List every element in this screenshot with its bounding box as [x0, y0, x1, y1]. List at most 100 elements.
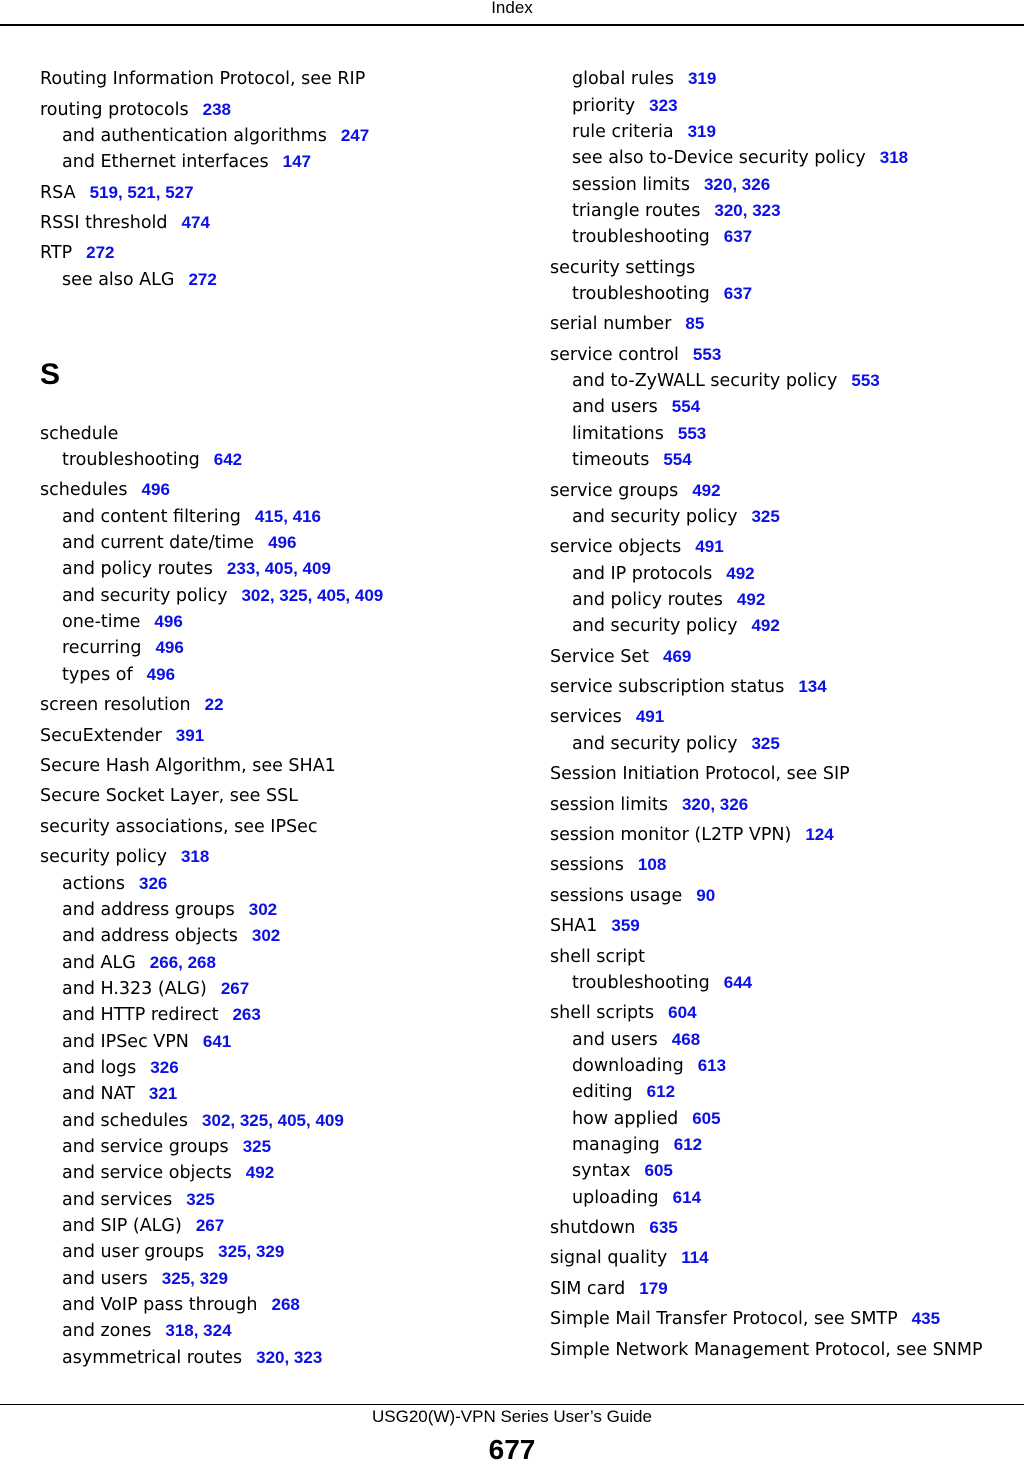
page-reference-link[interactable]: 90 — [696, 886, 715, 905]
index-entry: shell scripts 604 — [550, 1002, 697, 1024]
page-reference-link[interactable]: 554 — [672, 397, 700, 416]
page-reference-link[interactable]: 267 — [196, 1216, 224, 1235]
page-reference-link[interactable]: 268 — [271, 1295, 299, 1314]
page-reference-link[interactable]: 553 — [678, 424, 706, 443]
page-reference-link[interactable]: 320, 323 — [714, 201, 780, 220]
index-subentry: and ALG 266, 268 — [62, 952, 216, 974]
page-reference-link[interactable]: 553 — [851, 371, 879, 390]
page-reference-link[interactable]: 318 — [880, 148, 908, 167]
page-reference-link[interactable]: 85 — [685, 314, 704, 333]
page-reference-link[interactable]: 302, 325, 405, 409 — [241, 586, 383, 605]
page-reference-link[interactable]: 469 — [663, 647, 691, 666]
page-reference-link[interactable]: 320, 326 — [704, 175, 770, 194]
page-reference-link[interactable]: 325 — [751, 734, 779, 753]
page-reference-link[interactable]: 519, 521, 527 — [90, 183, 194, 202]
index-term: and authentication algorithms — [62, 126, 327, 146]
page-reference-link[interactable]: 642 — [214, 450, 242, 469]
page-reference-link[interactable]: 492 — [692, 481, 720, 500]
page-reference-link[interactable]: 612 — [647, 1082, 675, 1101]
index-term: uploading — [572, 1188, 659, 1208]
index-term: services — [550, 707, 622, 727]
page-reference-link[interactable]: 325, 329 — [218, 1242, 284, 1261]
page-reference-link[interactable]: 325 — [243, 1137, 271, 1156]
page-reference-link[interactable]: 124 — [805, 825, 833, 844]
page-reference-link[interactable]: 267 — [221, 979, 249, 998]
page-reference-link[interactable]: 108 — [638, 855, 666, 874]
page-reference-link[interactable]: 474 — [182, 213, 210, 232]
page-reference-link[interactable]: 321 — [149, 1084, 177, 1103]
page-reference-link[interactable]: 325, 329 — [162, 1269, 228, 1288]
page-reference-link[interactable]: 325 — [751, 507, 779, 526]
page-reference-link[interactable]: 272 — [188, 270, 216, 289]
index-entry: SIM card 179 — [550, 1278, 668, 1300]
page-reference-link[interactable]: 247 — [341, 126, 369, 145]
page-reference-link[interactable]: 435 — [912, 1309, 940, 1328]
page-reference-link[interactable]: 468 — [672, 1030, 700, 1049]
page-reference-link[interactable]: 492 — [751, 616, 779, 635]
index-subentry: see also to-Device security policy 318 — [572, 147, 908, 169]
page-reference-link[interactable]: 272 — [86, 243, 114, 262]
page-reference-link[interactable]: 604 — [668, 1003, 696, 1022]
index-term: RSSI threshold — [40, 213, 168, 233]
page-reference-link[interactable]: 320, 323 — [256, 1348, 322, 1367]
page-reference-link[interactable]: 238 — [203, 100, 231, 119]
page-reference-link[interactable]: 496 — [155, 638, 183, 657]
page-reference-link[interactable]: 391 — [176, 726, 204, 745]
page-reference-link[interactable]: 613 — [698, 1056, 726, 1075]
page-reference-link[interactable]: 492 — [737, 590, 765, 609]
page-reference-link[interactable]: 134 — [798, 677, 826, 696]
page-reference-link[interactable]: 553 — [693, 345, 721, 364]
index-term: and to-ZyWALL security policy — [572, 371, 838, 391]
page-reference-link[interactable]: 302, 325, 405, 409 — [202, 1111, 344, 1130]
page-reference-link[interactable]: 233, 405, 409 — [227, 559, 331, 578]
page-reference-link[interactable]: 319 — [688, 69, 716, 88]
page-reference-link[interactable]: 614 — [673, 1188, 701, 1207]
page-reference-link[interactable]: 637 — [724, 227, 752, 246]
page-reference-link[interactable]: 22 — [205, 695, 224, 714]
page-reference-link[interactable]: 491 — [636, 707, 664, 726]
page-reference-link[interactable]: 326 — [139, 874, 167, 893]
page-reference-link[interactable]: 320, 326 — [682, 795, 748, 814]
index-term: editing — [572, 1082, 633, 1102]
page-reference-link[interactable]: 492 — [726, 564, 754, 583]
index-entry: service groups 492 — [550, 480, 721, 502]
page-reference-link[interactable]: 637 — [724, 284, 752, 303]
page-reference-link[interactable]: 359 — [611, 916, 639, 935]
page-reference-link[interactable]: 641 — [203, 1032, 231, 1051]
page-reference-link[interactable]: 179 — [639, 1279, 667, 1298]
index-entry: screen resolution 22 — [40, 694, 224, 716]
index-subentry: and users 554 — [572, 396, 700, 418]
page-reference-link[interactable]: 644 — [724, 973, 752, 992]
page-reference-link[interactable]: 302 — [252, 926, 280, 945]
index-term: Service Set — [550, 647, 649, 667]
page-reference-link[interactable]: 319 — [688, 122, 716, 141]
page-reference-link[interactable]: 326 — [150, 1058, 178, 1077]
page-reference-link[interactable]: 496 — [268, 533, 296, 552]
index-term: and SIP (ALG) — [62, 1216, 182, 1236]
page-reference-link[interactable]: 605 — [645, 1161, 673, 1180]
page-reference-link[interactable]: 491 — [695, 537, 723, 556]
index-term: schedules — [40, 480, 128, 500]
page-reference-link[interactable]: 496 — [154, 612, 182, 631]
page-reference-link[interactable]: 302 — [249, 900, 277, 919]
page-reference-link[interactable]: 496 — [142, 480, 170, 499]
page-reference-link[interactable]: 263 — [232, 1005, 260, 1024]
index-subentry: and address objects 302 — [62, 925, 280, 947]
page-reference-link[interactable]: 496 — [147, 665, 175, 684]
page-reference-link[interactable]: 325 — [186, 1190, 214, 1209]
index-term: and ALG — [62, 953, 136, 973]
page-reference-link[interactable]: 554 — [663, 450, 691, 469]
index-term: screen resolution — [40, 695, 191, 715]
page-reference-link[interactable]: 318 — [181, 847, 209, 866]
page-reference-link[interactable]: 635 — [649, 1218, 677, 1237]
page-reference-link[interactable]: 323 — [649, 96, 677, 115]
page-reference-link[interactable]: 147 — [283, 152, 311, 171]
index-subentry: limitations 553 — [572, 423, 706, 445]
page-reference-link[interactable]: 415, 416 — [255, 507, 321, 526]
page-reference-link[interactable]: 266, 268 — [150, 953, 216, 972]
page-reference-link[interactable]: 114 — [681, 1248, 708, 1267]
page-reference-link[interactable]: 318, 324 — [165, 1321, 231, 1340]
page-reference-link[interactable]: 612 — [674, 1135, 702, 1154]
page-reference-link[interactable]: 605 — [692, 1109, 720, 1128]
page-reference-link[interactable]: 492 — [246, 1163, 274, 1182]
